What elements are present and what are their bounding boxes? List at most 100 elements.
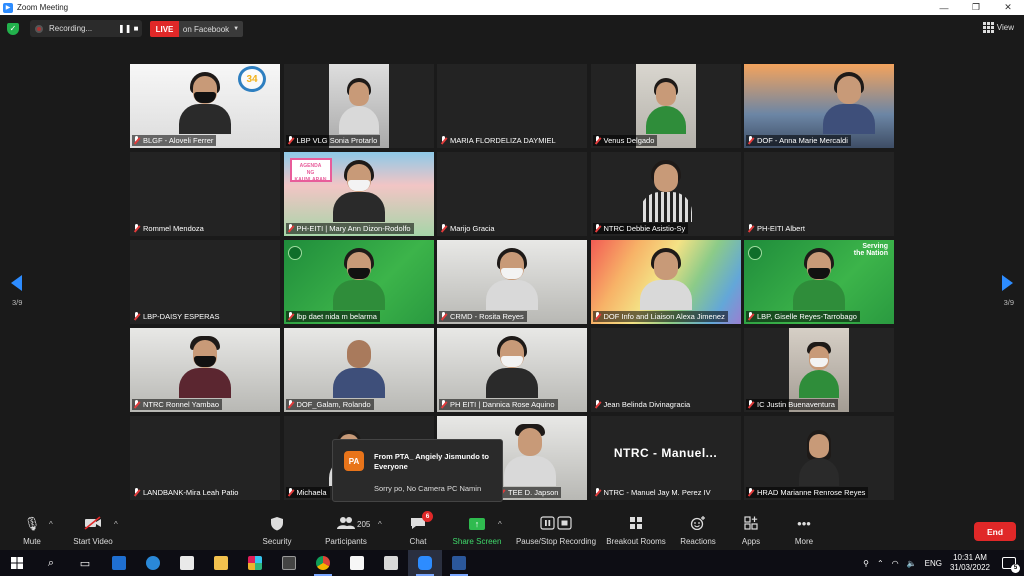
muted-mic-icon [747, 400, 754, 409]
participant-tile[interactable]: NTRC Ronnel Yambao [130, 328, 280, 412]
pause-stop-recording-button[interactable]: Pause/Stop Recording [513, 508, 599, 550]
notifications-icon[interactable]: 5 [1002, 557, 1020, 573]
previous-page-arrow-icon[interactable] [11, 275, 25, 291]
mute-options-caret-icon[interactable]: ^ [49, 520, 53, 529]
participant-tile[interactable]: DOF_Galam, Rolando [283, 328, 434, 412]
participant-name: MARIA FLORDELIZA DAYMIEL [439, 135, 559, 146]
word-app-icon[interactable] [442, 550, 476, 576]
landbank-logo-icon [748, 246, 762, 260]
participant-tile[interactable]: PH-EITI Albert [744, 152, 894, 236]
participant-tile[interactable]: DOF - Anna Marie Mercaldi [744, 64, 894, 148]
file-explorer-icon[interactable] [204, 550, 238, 576]
muted-mic-icon [594, 400, 601, 409]
chat-button[interactable]: 6 Chat [405, 508, 433, 550]
calculator-app-icon[interactable] [272, 550, 306, 576]
participant-tile[interactable]: IC Justin Buenaventura [744, 328, 894, 412]
language-indicator[interactable]: ENG [925, 559, 942, 568]
notification-count: 5 [1011, 564, 1020, 573]
more-dots-icon: ••• [797, 516, 811, 531]
chevron-up-icon[interactable]: ⌃ [877, 559, 884, 568]
maximize-button[interactable]: ❐ [960, 0, 992, 15]
share-options-caret-icon[interactable]: ^ [498, 520, 502, 529]
start-video-button[interactable]: Start Video [70, 508, 116, 550]
participant-tile[interactable]: Jean Belinda Divinagracia [590, 328, 741, 412]
search-icon[interactable]: ⌕ [34, 550, 68, 576]
zoom-app-icon[interactable] [408, 550, 442, 576]
participant-tile[interactable]: lbp daet nida m belarma [283, 240, 434, 324]
volume-icon[interactable]: 🔈 [907, 559, 917, 568]
notepad-app-icon[interactable] [374, 550, 408, 576]
participant-tile[interactable]: HRAD Marianne Renrose Reyes [744, 416, 894, 500]
meeting-topbar: ✓ Recording... ❚❚ ■ LIVE on Facebook ▼ V… [0, 15, 1024, 43]
chrome-browser-icon[interactable] [306, 550, 340, 576]
participant-tile[interactable]: MARIA FLORDELIZA DAYMIEL [437, 64, 587, 148]
muted-mic-icon [287, 400, 294, 409]
task-view-icon[interactable]: ▭ [68, 550, 102, 576]
chat-bubble-icon: 6 [409, 511, 433, 532]
participant-tile[interactable]: Serving the Nation LBP, Giselle Reyes-Tar… [744, 240, 894, 324]
participant-tile[interactable]: LBP-DAISY ESPERAS [130, 240, 280, 324]
participant-tile[interactable]: DOF Info and Liaison Alexa Jimenez [590, 240, 741, 324]
chat-notification-popup[interactable]: PA From PTA_ Angiely Jismundo to Everyon… [332, 439, 503, 502]
participant-name: PH-EITI Albert [746, 223, 808, 234]
zoom-logo-icon: ▶ [3, 2, 13, 13]
view-button[interactable]: View [982, 22, 1014, 33]
muted-mic-icon [287, 136, 294, 145]
end-meeting-button[interactable]: End [974, 522, 1016, 541]
security-button[interactable]: Security [258, 508, 296, 550]
participants-icon: 205 [337, 516, 370, 532]
apps-button[interactable]: Apps [739, 508, 763, 550]
avatar: PA [344, 451, 364, 471]
encryption-shield-icon[interactable]: ✓ [7, 23, 19, 35]
participant-tile[interactable]: LBP VLG Sonia Protarlo [283, 64, 434, 148]
participant-tile[interactable]: 34 BLGF - Aloveli Ferrer [130, 64, 280, 148]
next-page-arrow-icon[interactable] [999, 275, 1013, 291]
participants-options-caret-icon[interactable]: ^ [378, 520, 382, 529]
participant-name: LANDBANK-Mira Leah Patio [132, 487, 241, 498]
participant-tile[interactable]: LANDBANK-Mira Leah Patio [130, 416, 280, 500]
participant-tile[interactable]: CRMD - Rosita Reyes [437, 240, 587, 324]
minimize-button[interactable]: — [928, 0, 960, 15]
participant-name: LBP, Giselle Reyes-Tarrobago [746, 311, 860, 322]
participant-tile[interactable]: NTRC - Manuel... NTRC - Manuel Jay M. Pe… [590, 416, 741, 500]
mute-button[interactable]: 🎙 Mute [18, 508, 46, 550]
wifi-icon[interactable]: ◠ [892, 559, 899, 568]
chat-unread-badge: 6 [422, 511, 433, 522]
participants-button[interactable]: 205 Participants [322, 508, 370, 550]
participant-tile[interactable]: Venus Delgado [590, 64, 741, 148]
share-screen-button[interactable]: ↑ Share Screen [450, 508, 504, 550]
edge-browser-icon[interactable] [136, 550, 170, 576]
breakout-rooms-button[interactable]: Breakout Rooms [605, 508, 667, 550]
person-icon[interactable]: ⚲ [863, 559, 869, 568]
clock[interactable]: 10:31 AM 31/03/2022 [950, 553, 990, 573]
more-button[interactable]: ••• More [792, 508, 816, 550]
participant-name: lbp daet nida m belarma [285, 311, 380, 322]
participant-tile[interactable]: Rommel Mendoza [130, 152, 280, 236]
video-options-caret-icon[interactable]: ^ [114, 520, 118, 529]
stop-recording-button[interactable]: ■ [130, 24, 142, 33]
close-button[interactable]: ✕ [992, 0, 1024, 15]
participant-display-name: NTRC - Manuel... [613, 446, 718, 460]
store-app-icon[interactable] [170, 550, 204, 576]
start-button[interactable] [0, 550, 34, 576]
pause-recording-button[interactable]: ❚❚ [118, 24, 131, 33]
participant-name: Jean Belinda Divinagracia [593, 399, 694, 410]
muted-mic-icon [133, 136, 140, 145]
reactions-button[interactable]: Reactions [680, 508, 716, 550]
participant-tile[interactable]: NTRC Debbie Asistio-Sy [590, 152, 741, 236]
share-screen-icon: ↑ [468, 516, 486, 532]
participant-tile[interactable]: Marijo Gracia [437, 152, 587, 236]
participant-name: NTRC Debbie Asistio-Sy [592, 223, 689, 234]
participant-tile[interactable]: AGENDA NG KAUNLARAN PH-EITI | Mary Ann Diz… [283, 152, 434, 236]
chat-sender: From PTA_ Angiely Jismundo to Everyone [374, 452, 490, 471]
clock-time: 10:31 AM [953, 553, 987, 562]
clock-date: 31/03/2022 [949, 563, 990, 572]
sticky-notes-icon[interactable] [340, 550, 374, 576]
participant-name: LBP VLG Sonia Protarlo [285, 135, 381, 146]
live-target-dropdown[interactable]: on Facebook ▼ [179, 21, 243, 37]
participant-name: Rommel Mendoza [132, 223, 207, 234]
mail-app-icon[interactable] [102, 550, 136, 576]
participant-tile[interactable]: PH EITI | Dannica Rose Aquino [437, 328, 587, 412]
slack-app-icon[interactable] [238, 550, 272, 576]
muted-mic-icon [747, 312, 754, 321]
